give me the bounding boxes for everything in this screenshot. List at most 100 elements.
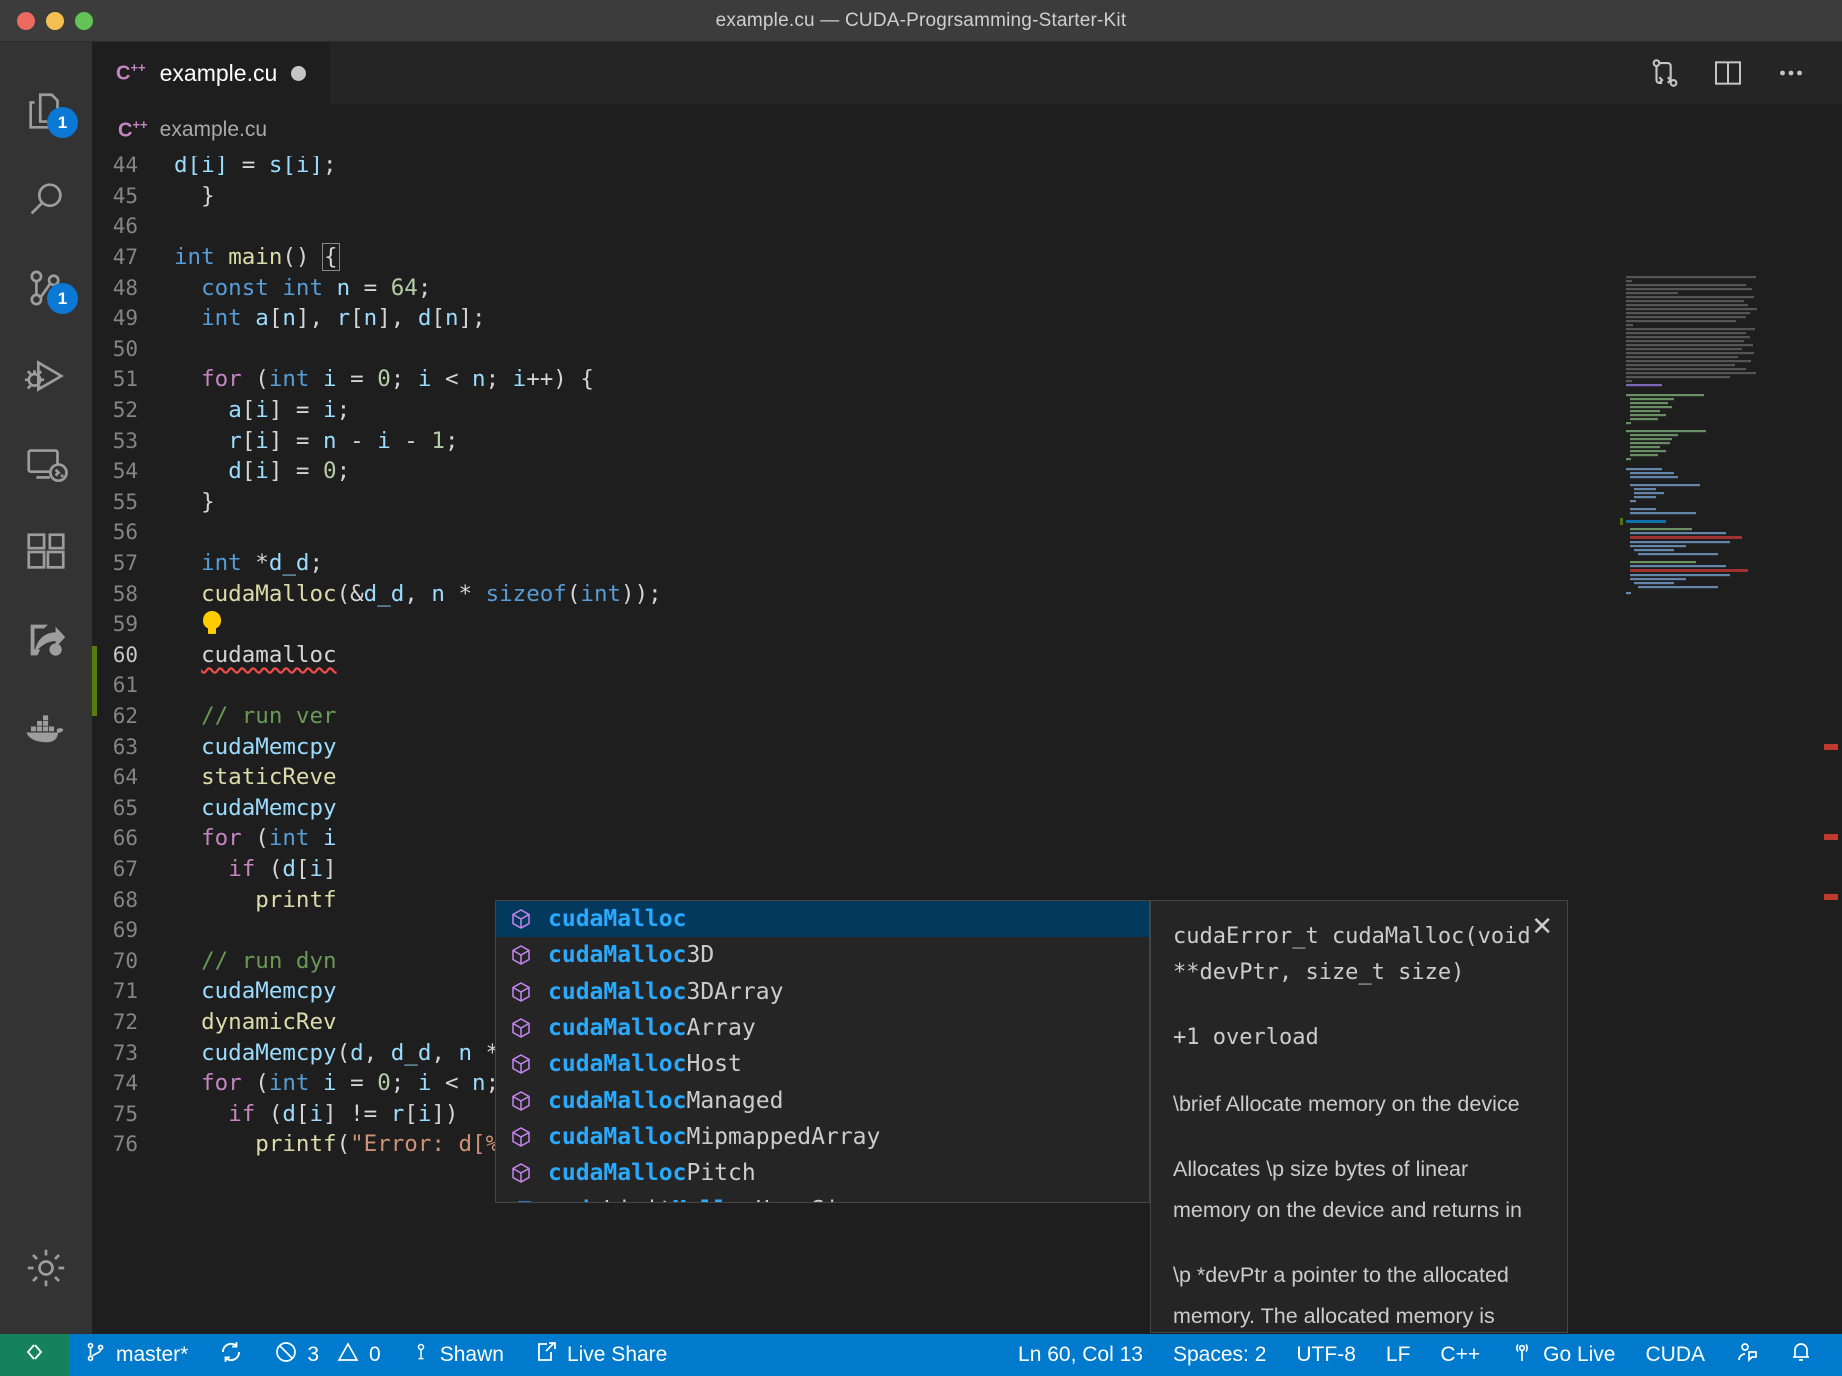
status-problems[interactable]: 3 0	[259, 1334, 395, 1376]
status-cuda[interactable]: CUDA	[1630, 1334, 1720, 1376]
line-number: 56	[112, 520, 138, 545]
search-icon	[23, 177, 69, 223]
suggest-item[interactable]: cudaMallocMipmappedArray	[496, 1119, 1149, 1155]
sidebar-item-live-share[interactable]	[0, 596, 92, 684]
line-number: 51	[112, 367, 138, 392]
status-language-mode[interactable]: C++	[1425, 1334, 1495, 1376]
error-icon	[274, 1340, 298, 1370]
line-number: 71	[112, 979, 138, 1004]
documentation-body: \brief Allocate memory on the device All…	[1173, 1084, 1545, 1332]
suggest-item[interactable]: cudaMalloc	[496, 901, 1149, 938]
line-number: 72	[112, 1009, 138, 1034]
suggest-match: cudaMalloc	[548, 978, 687, 1005]
line-number: 46	[112, 214, 138, 239]
suggest-item[interactable]: cudaMalloc3DArray	[496, 974, 1149, 1010]
manage-settings-button[interactable]	[0, 1224, 92, 1312]
remote-window-button[interactable]	[0, 1334, 70, 1376]
line-number: 50	[112, 336, 138, 361]
status-eol[interactable]: LF	[1371, 1334, 1426, 1376]
line-number: 73	[112, 1040, 138, 1065]
sidebar-item-docker[interactable]	[0, 684, 92, 772]
suggest-item[interactable]: cudaMallocHost	[496, 1046, 1149, 1082]
suggest-item[interactable]: cudaLimitMallocHeapSize	[496, 1191, 1149, 1202]
vscode-window: example.cu — CUDA-Progrsamming-Starter-K…	[0, 0, 1842, 1376]
code-editor[interactable]: 44 d[i] = s[i]; 45 } 46 47 int main() { 48…	[92, 156, 1842, 1334]
sidebar-item-remote-explorer[interactable]	[0, 420, 92, 508]
suggest-item[interactable]: cudaMallocPitch	[496, 1155, 1149, 1191]
suggest-match: cudaMalloc	[548, 906, 687, 933]
close-icon[interactable]: ✕	[1531, 913, 1553, 939]
status-bar: master* 3 0 Shawn Live Share Ln 60, Col …	[0, 1334, 1842, 1376]
sidebar-item-source-control[interactable]: 1	[0, 244, 92, 332]
broadcast-icon	[1510, 1340, 1534, 1370]
status-branch[interactable]: master*	[70, 1334, 203, 1376]
sidebar-item-extensions[interactable]	[0, 508, 92, 596]
status-sync[interactable]	[203, 1334, 259, 1376]
status-live-share-account[interactable]: Shawn	[396, 1334, 519, 1376]
overview-ruler	[1824, 744, 1838, 900]
suggest-rest: 3DArray	[686, 978, 784, 1005]
status-go-live[interactable]: Go Live	[1495, 1334, 1630, 1376]
git-modified-indicator	[92, 646, 97, 716]
line-number: 47	[112, 245, 138, 270]
line-number: 76	[112, 1132, 138, 1157]
tab-bar: C++ example.cu	[92, 42, 1842, 104]
feedback-icon	[1735, 1340, 1759, 1370]
line-number: 48	[112, 275, 138, 300]
suggest-item[interactable]: cudaMallocManaged	[496, 1082, 1149, 1118]
code-line: 62 // run ver	[92, 701, 1842, 732]
line-number: 63	[112, 734, 138, 759]
tab-label: example.cu	[159, 59, 278, 86]
status-encoding[interactable]: UTF-8	[1281, 1334, 1371, 1376]
extensions-icon	[23, 529, 69, 575]
suggest-item[interactable]: cudaMalloc3D	[496, 937, 1149, 973]
minimap-scrollbar[interactable]	[1824, 274, 1838, 1334]
sidebar-item-run-and-debug[interactable]	[0, 332, 92, 420]
line-number: 74	[112, 1071, 138, 1096]
branch-label: master*	[116, 1343, 189, 1366]
tab-dirty-indicator[interactable]	[291, 65, 307, 81]
account-icon	[411, 1340, 431, 1370]
status-live-share[interactable]: Live Share	[519, 1334, 682, 1376]
line-number: 44	[112, 156, 138, 178]
encoding-label: UTF-8	[1296, 1343, 1356, 1366]
line-number: 68	[112, 887, 138, 912]
status-feedback[interactable]	[1720, 1334, 1774, 1376]
compare-changes-icon[interactable]	[1648, 56, 1682, 90]
method-icon	[508, 1051, 534, 1077]
lightbulb-quickfix-icon[interactable]	[201, 611, 223, 637]
line-number: 67	[112, 856, 138, 881]
code-line: 53 r[i] = n - i - 1;	[92, 425, 1842, 456]
split-editor-icon[interactable]	[1712, 57, 1744, 89]
editor-actions	[1648, 42, 1842, 104]
tab-example-cu[interactable]: C++ example.cu	[92, 42, 332, 104]
sidebar-item-search[interactable]	[0, 156, 92, 244]
suggest-match: cudaMalloc	[548, 1123, 687, 1150]
suggest-widget[interactable]: cudaMalloc cudaMalloc3D cudaMalloc3DArra…	[495, 900, 1150, 1203]
enum-member-icon	[508, 1197, 534, 1202]
breadcrumb[interactable]: C++ example.cu	[92, 104, 1842, 156]
code-line: 47 int main() {	[92, 242, 1842, 273]
signature-text: cudaError_t cudaMalloc(void **devPtr, si…	[1173, 924, 1544, 985]
remote-window-icon	[20, 1340, 50, 1370]
code-line: 52 a[i] = i;	[92, 395, 1842, 426]
line-number: 49	[112, 306, 138, 331]
breadcrumb-label: example.cu	[159, 118, 268, 141]
status-notifications[interactable]	[1774, 1334, 1828, 1376]
cuda-label: CUDA	[1645, 1343, 1705, 1366]
status-indentation[interactable]: Spaces: 2	[1158, 1334, 1281, 1376]
indentation-label: Spaces: 2	[1172, 1343, 1267, 1366]
line-number: 45	[112, 183, 138, 208]
sync-icon	[218, 1339, 244, 1371]
ellipsis-icon[interactable]	[1774, 56, 1808, 90]
warning-icon	[336, 1340, 360, 1370]
method-icon	[508, 1015, 534, 1041]
code-line: 67 if (d[i]	[92, 854, 1842, 885]
suggest-match: cudaMalloc	[548, 1051, 687, 1078]
suggest-match: cudaMalloc	[548, 1015, 687, 1042]
sidebar-item-explorer[interactable]: 1	[0, 68, 92, 156]
suggest-item[interactable]: cudaMallocArray	[496, 1010, 1149, 1046]
suggest-details-panel[interactable]: ✕ cudaError_t cudaMalloc(void **devPtr, …	[1150, 900, 1568, 1333]
status-cursor-position[interactable]: Ln 60, Col 13	[1003, 1334, 1158, 1376]
cpp-file-icon: C++	[116, 60, 146, 85]
